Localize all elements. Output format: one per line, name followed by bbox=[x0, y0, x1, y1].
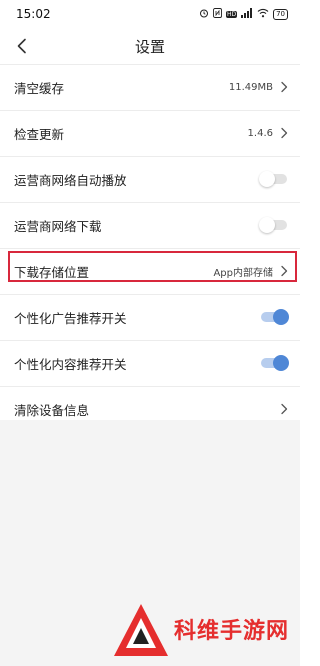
cellular-download-toggle[interactable] bbox=[259, 217, 289, 233]
hd-icon: HD bbox=[225, 10, 238, 18]
chevron-right-icon bbox=[281, 127, 288, 139]
row-divider bbox=[0, 110, 300, 111]
row-divider bbox=[0, 340, 300, 341]
setting-label: 下载存储位置 bbox=[14, 264, 90, 280]
setting-personalized-ads: 个性化广告推荐开关 bbox=[0, 294, 300, 340]
alarm-icon bbox=[199, 8, 209, 21]
setting-cellular-download: 运营商网络下载 bbox=[0, 202, 300, 248]
watermark-text: 科维手游网 bbox=[174, 618, 290, 644]
setting-personalized-content: 个性化内容推荐开关 bbox=[0, 340, 300, 386]
back-button[interactable] bbox=[10, 34, 34, 58]
status-bar: 15:02 HD 70 bbox=[0, 0, 300, 28]
chevron-right-icon bbox=[281, 81, 288, 93]
setting-label: 运营商网络下载 bbox=[14, 218, 102, 234]
setting-label: 检查更新 bbox=[14, 126, 65, 142]
header: 设置 bbox=[0, 28, 300, 64]
watermark: 科维手游网 bbox=[112, 591, 300, 666]
setting-label: 个性化广告推荐开关 bbox=[14, 310, 127, 326]
personalized-content-toggle[interactable] bbox=[259, 355, 289, 371]
battery-icon: 70 bbox=[273, 8, 288, 20]
status-icons: HD 70 bbox=[199, 7, 288, 21]
setting-label: 运营商网络自动播放 bbox=[14, 172, 127, 188]
cellular-autoplay-toggle[interactable] bbox=[259, 171, 289, 187]
signal-icon bbox=[241, 7, 253, 21]
setting-clear-cache[interactable]: 清空缓存 11.49MB bbox=[0, 64, 300, 110]
setting-download-location[interactable]: 下载存储位置 App内部存储 bbox=[0, 248, 300, 294]
setting-label: 清除设备信息 bbox=[14, 402, 90, 418]
status-time: 15:02 bbox=[16, 7, 51, 21]
page-title: 设置 bbox=[134, 37, 165, 56]
setting-cellular-autoplay: 运营商网络自动播放 bbox=[0, 156, 300, 202]
nfc-icon bbox=[212, 7, 222, 21]
row-divider bbox=[0, 294, 300, 295]
row-divider bbox=[0, 248, 300, 249]
triangle-logo-icon bbox=[114, 603, 168, 656]
setting-label: 清空缓存 bbox=[14, 80, 65, 96]
storage-location-value: App内部存储 bbox=[213, 267, 273, 279]
wifi-icon bbox=[257, 8, 269, 21]
chevron-left-icon bbox=[17, 38, 26, 54]
personalized-ads-toggle[interactable] bbox=[259, 309, 289, 325]
row-divider bbox=[0, 202, 300, 203]
row-divider bbox=[0, 156, 300, 157]
version-value: 1.4.6 bbox=[247, 127, 273, 139]
setting-check-update[interactable]: 检查更新 1.4.6 bbox=[0, 110, 300, 156]
cache-size-value: 11.49MB bbox=[228, 81, 273, 93]
chevron-right-icon bbox=[281, 265, 288, 277]
setting-label: 个性化内容推荐开关 bbox=[14, 356, 127, 372]
row-divider bbox=[0, 386, 300, 387]
chevron-right-icon bbox=[281, 403, 288, 415]
